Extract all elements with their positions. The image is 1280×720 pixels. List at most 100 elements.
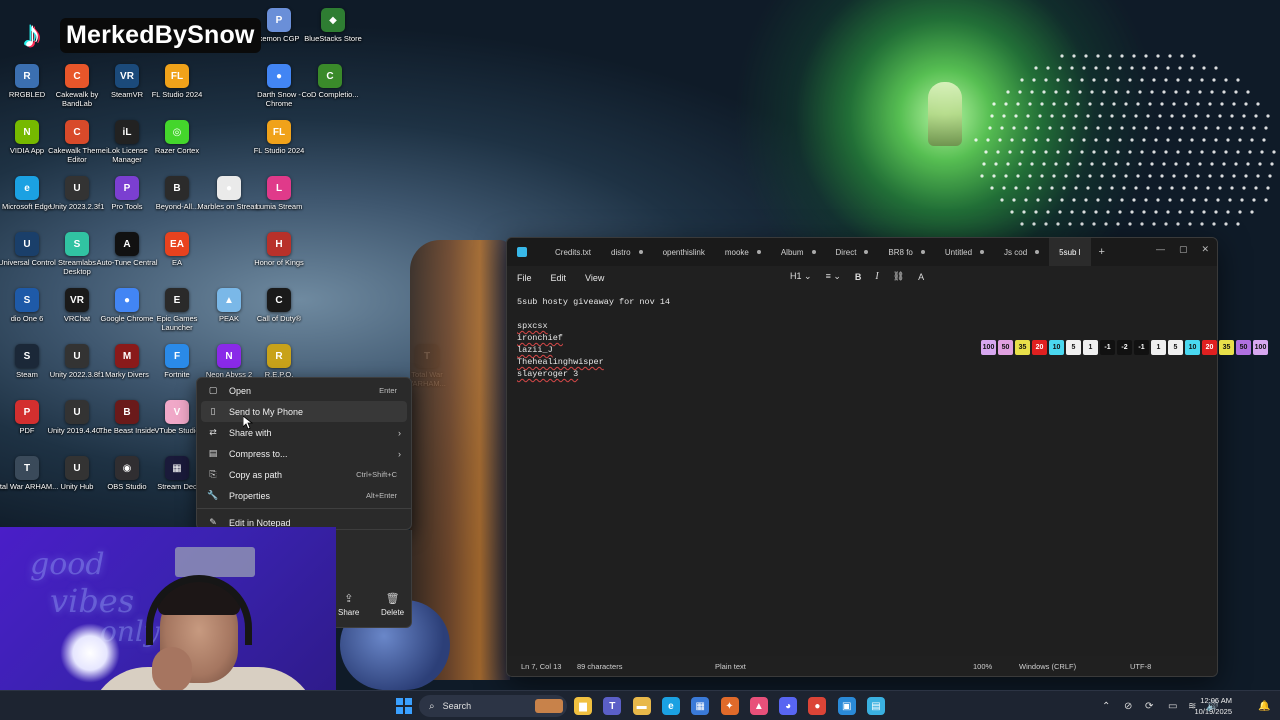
desktop-shortcut[interactable]: EA EA — [150, 232, 204, 286]
notepad-tab[interactable]: 5sub l — [1049, 238, 1091, 266]
taskbar-search[interactable]: ⌕ Search — [419, 695, 567, 717]
shortcut-label: Razer Cortex — [154, 146, 200, 155]
line-ending[interactable]: Windows (CRLF) — [1019, 662, 1076, 671]
link-icon[interactable]: ⛓ — [893, 271, 904, 282]
share-button[interactable]: ⇪ Share — [338, 592, 359, 617]
minimize-icon[interactable]: — — [1156, 244, 1165, 255]
notepad-tab[interactable]: openthislink — [653, 238, 715, 266]
close-icon[interactable]: ✕ — [1201, 244, 1209, 255]
desktop-shortcut[interactable]: H Honor of Kings — [252, 232, 306, 286]
decor-dot — [1038, 114, 1042, 118]
decor-dot — [1034, 210, 1038, 214]
context-menu-label: Compress to... — [229, 448, 288, 459]
decor-dot — [1056, 78, 1060, 82]
decor-dot — [1118, 138, 1122, 142]
desktop-shortcut[interactable]: ◎ Razer Cortex — [150, 120, 204, 174]
clear-formatting-icon[interactable]: A — [918, 272, 924, 282]
context-menu-item[interactable]: ▯ Send to My Phone — [201, 401, 407, 422]
copilot-icon[interactable]: ✦ — [720, 697, 739, 715]
start-button[interactable] — [396, 698, 412, 714]
context-menu-item[interactable]: ⇄ Share with › — [201, 422, 407, 443]
list-dropdown[interactable]: ≡ ⌄ — [826, 271, 841, 282]
decor-dot — [1148, 102, 1152, 106]
decor-dot — [1108, 54, 1112, 58]
decor-dot — [1092, 78, 1096, 82]
app-icon: H — [267, 232, 291, 256]
decor-dot — [1038, 186, 1042, 190]
notepad-tab[interactable]: distro — [601, 238, 653, 266]
alert-badge: 50 — [1236, 340, 1251, 355]
tray-audio-device-icon[interactable]: ▭ — [1168, 691, 1177, 720]
desktop-shortcut[interactable]: C CoD Completio... — [301, 64, 359, 118]
desktop-shortcut[interactable]: FL FL Studio 2024 — [252, 120, 306, 174]
app-icon: ● — [267, 64, 291, 88]
zoom-level[interactable]: 100% — [973, 662, 992, 671]
teams-icon[interactable]: T — [603, 697, 622, 715]
new-tab-button[interactable]: + — [1091, 246, 1113, 258]
system-clock[interactable]: 12:06 AM 10/19/2025 — [1194, 695, 1232, 717]
store-icon[interactable]: ▦ — [691, 697, 710, 715]
chrome-icon[interactable]: ● — [808, 697, 827, 715]
decor-dot — [1100, 174, 1104, 178]
notepad-tab[interactable]: mooke — [715, 238, 771, 266]
heading-dropdown[interactable]: H1 ⌄ — [790, 271, 812, 282]
decor-dot — [1168, 54, 1172, 58]
file-explorer-icon[interactable]: ▆ — [574, 697, 592, 715]
notepad-tab[interactable]: Untitled — [935, 238, 994, 266]
trash-icon: 🗑 — [385, 593, 400, 605]
tray-sync-icon[interactable]: ⟳ — [1145, 691, 1153, 720]
alert-badge: 100 — [1253, 340, 1268, 355]
decor-dot — [1204, 198, 1208, 202]
notepad-tab[interactable]: Credits.txt — [545, 238, 601, 266]
show-hidden-icons[interactable]: ⌃ — [1102, 691, 1110, 720]
menu-view[interactable]: View — [575, 273, 613, 283]
folder-icon[interactable]: ▬ — [632, 697, 651, 715]
context-menu-item[interactable]: ⎘ Copy as path Ctrl+Shift+C — [201, 464, 407, 485]
menu-file[interactable]: File — [507, 273, 541, 283]
context-menu-item[interactable]: ▤ Compress to... › — [201, 443, 407, 464]
background-shelf — [175, 547, 255, 577]
decor-dot — [1156, 198, 1160, 202]
decor-dot — [1068, 78, 1072, 82]
desktop-shortcut[interactable]: C Call of Duty® — [252, 288, 306, 342]
format-indicator[interactable]: Plain text — [715, 662, 746, 671]
maximize-icon[interactable]: ▢ — [1179, 244, 1188, 255]
decor-dot — [1140, 150, 1144, 154]
delete-button[interactable]: 🗑 Delete — [381, 592, 404, 617]
decor-dot — [1036, 198, 1040, 202]
decor-dot — [1110, 114, 1114, 118]
notepad-tab[interactable]: Album — [771, 238, 826, 266]
context-menu-item[interactable]: 🔧 Properties Alt+Enter — [201, 485, 407, 506]
notepad-tab[interactable]: Js cod — [994, 238, 1049, 266]
notepad-icon[interactable]: ▤ — [867, 697, 885, 715]
notepad-tab[interactable]: Direct — [826, 238, 879, 266]
desktop-shortcut[interactable]: ◆ BlueStacks Store — [304, 8, 362, 62]
decor-dot — [1132, 126, 1136, 130]
bold-button[interactable]: B — [855, 272, 862, 282]
desktop-shortcut[interactable]: FL FL Studio 2024 — [150, 64, 204, 118]
desktop-shortcut[interactable]: E Epic Games Launcher — [150, 288, 204, 342]
photos-icon[interactable]: ▲ — [749, 697, 768, 715]
decor-dot — [1108, 198, 1112, 202]
notification-bell-icon[interactable]: 🔔 — [1258, 691, 1270, 720]
desktop-shortcut[interactable]: B Beyond-All... — [150, 176, 204, 230]
decor-dot — [1060, 198, 1064, 202]
decor-dot — [1044, 150, 1048, 154]
app-icon: E — [165, 288, 189, 312]
app-icon: EA — [165, 232, 189, 256]
decor-dot — [1010, 210, 1014, 214]
menu-edit[interactable]: Edit — [541, 273, 576, 283]
shortcut-label: FL Studio 2024 — [151, 90, 203, 99]
decor-dot — [1132, 198, 1136, 202]
tab-bar: Credits.txt distro openthislink mooke Album D… — [507, 238, 1217, 266]
encoding[interactable]: UTF-8 — [1130, 662, 1151, 671]
photos-viewer-icon[interactable]: ▣ — [837, 697, 856, 715]
discord-icon[interactable]: ◕ — [779, 697, 798, 715]
italic-button[interactable]: I — [875, 271, 878, 282]
decor-dot — [1170, 114, 1174, 118]
desktop-shortcut[interactable]: L Lumia Stream — [252, 176, 306, 230]
notepad-tab[interactable]: BR8 fo — [878, 238, 934, 266]
context-menu-item[interactable]: ▢ Open Enter — [201, 380, 407, 401]
tray-app-icon[interactable]: ⊘ — [1124, 691, 1132, 720]
edge-icon[interactable]: e — [661, 697, 680, 715]
